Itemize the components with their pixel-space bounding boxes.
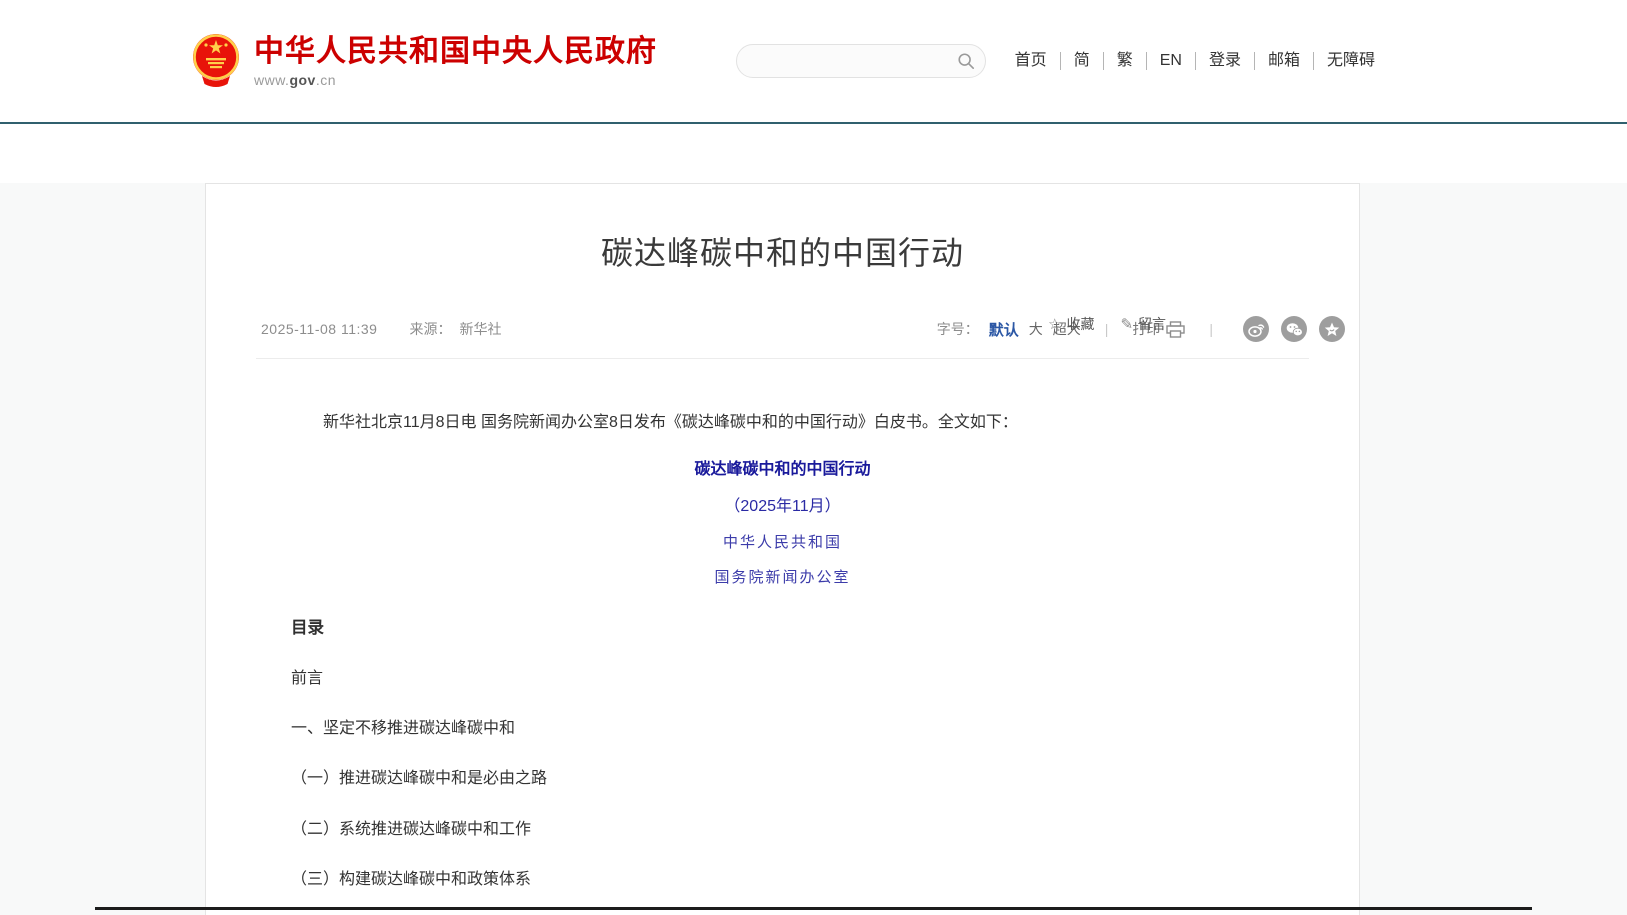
share-icons xyxy=(1243,316,1345,342)
header-divider-line xyxy=(0,122,1627,124)
star-outline-icon: ☆ xyxy=(1048,315,1061,333)
fontsize-label: 字号： xyxy=(937,319,979,339)
article-card: 碳达峰碳中和的中国行动 2025-11-08 11:39 来源： 新华社 字号：… xyxy=(205,183,1360,915)
site-url-cn: .cn xyxy=(316,72,336,88)
pen-icon: ✎ xyxy=(1120,315,1133,333)
bottom-edge-line xyxy=(95,907,1532,910)
printer-icon xyxy=(1166,321,1185,338)
site-url-www: www. xyxy=(254,72,289,88)
page-tools: ☆ 收藏 ✎ 留言 xyxy=(1048,314,1166,334)
message-link[interactable]: ✎ 留言 xyxy=(1120,314,1166,334)
weibo-share-icon[interactable] xyxy=(1243,316,1269,342)
meta-separator: | xyxy=(1209,321,1213,337)
toc-item: 前言 xyxy=(291,667,1274,690)
document-org-line1: 中华人民共和国 xyxy=(291,532,1274,554)
nav-mail[interactable]: 邮箱 xyxy=(1254,52,1313,70)
toc-item: （二）系统推进碳达峰碳中和工作 xyxy=(291,818,1274,841)
document-title: 碳达峰碳中和的中国行动 xyxy=(291,458,1274,481)
nav-login[interactable]: 登录 xyxy=(1195,52,1254,70)
nav-traditional[interactable]: 繁 xyxy=(1103,52,1146,70)
nav-simplified[interactable]: 简 xyxy=(1060,52,1103,70)
national-emblem-logo xyxy=(190,32,242,90)
nav-accessibility[interactable]: 无障碍 xyxy=(1313,52,1375,70)
document-date: （2025年11月） xyxy=(291,495,1274,518)
publish-date: 2025-11-08 11:39 xyxy=(261,321,377,337)
document-org-line2: 国务院新闻办公室 xyxy=(291,567,1274,589)
site-url: www.gov.cn xyxy=(254,72,657,88)
fontsize-default-button[interactable]: 默认 xyxy=(989,319,1019,340)
article-title: 碳达峰碳中和的中国行动 xyxy=(206,228,1359,274)
article-body: 新华社北京11月8日电 国务院新闻办公室8日发布《碳达峰碳中和的中国行动》白皮书… xyxy=(206,359,1359,915)
search-box xyxy=(736,44,986,78)
star-share-icon[interactable] xyxy=(1319,316,1345,342)
content-area: ☆ 收藏 ✎ 留言 碳达峰碳中和的中国行动 2025-11-08 11:39 来源：… xyxy=(0,183,1627,915)
toc-heading: 目录 xyxy=(291,617,1274,641)
search-input[interactable] xyxy=(753,53,957,69)
site-url-gov: gov xyxy=(289,72,315,88)
message-label: 留言 xyxy=(1138,314,1166,334)
lead-paragraph: 新华社北京11月8日电 国务院新闻办公室8日发布《碳达峰碳中和的中国行动》白皮书… xyxy=(291,411,1274,434)
search-icon[interactable] xyxy=(957,52,975,70)
top-nav: 首页 简 繁 EN 登录 邮箱 无障碍 xyxy=(1002,52,1375,70)
toc-item: （一）推进碳达峰碳中和是必由之路 xyxy=(291,767,1274,790)
site-brand[interactable]: 中华人民共和国中央人民政府 www.gov.cn xyxy=(190,32,657,90)
nav-home[interactable]: 首页 xyxy=(1002,52,1060,70)
toc-item: 一、坚定不移推进碳达峰碳中和 xyxy=(291,717,1274,740)
article-meta-row: 2025-11-08 11:39 来源： 新华社 字号： 默认 大 超大 | 打… xyxy=(206,316,1359,342)
source-value[interactable]: 新华社 xyxy=(459,319,501,339)
favorite-label: 收藏 xyxy=(1066,314,1094,334)
source-label: 来源： xyxy=(409,319,451,339)
wechat-share-icon[interactable] xyxy=(1281,316,1307,342)
fontsize-large-button[interactable]: 大 xyxy=(1029,319,1043,339)
favorite-link[interactable]: ☆ 收藏 xyxy=(1048,314,1094,334)
site-header: 中华人民共和国中央人民政府 www.gov.cn 首页 简 繁 EN 登录 邮箱… xyxy=(0,0,1627,122)
toc-item: （三）构建碳达峰碳中和政策体系 xyxy=(291,868,1274,891)
nav-english[interactable]: EN xyxy=(1146,52,1195,70)
site-title: 中华人民共和国中央人民政府 xyxy=(254,35,657,68)
